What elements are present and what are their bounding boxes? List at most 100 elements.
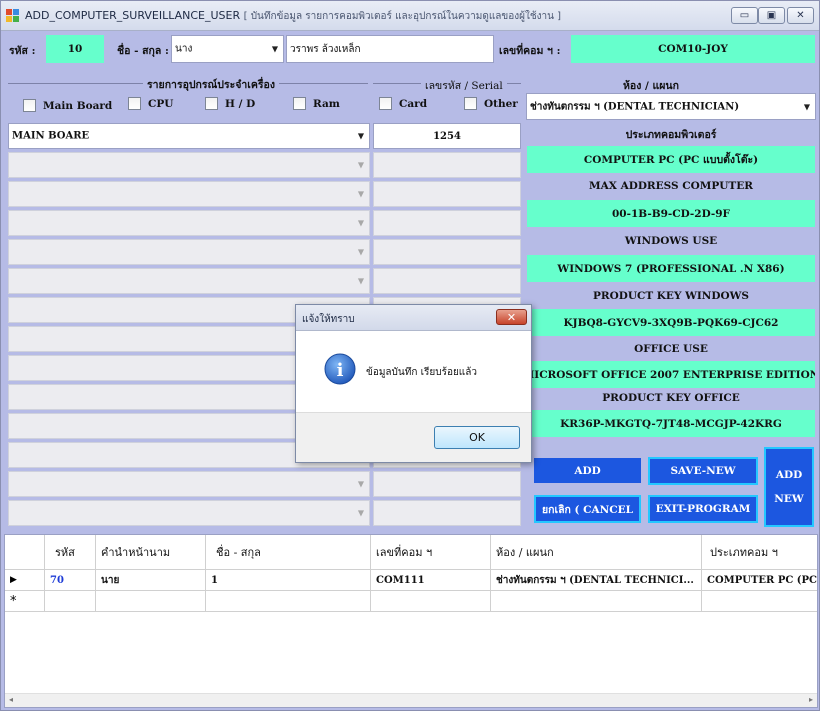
table-cell[interactable]: ช่างทันตกรรม ฯ (DENTAL TECHNICI...	[491, 570, 702, 591]
column-header[interactable]: ชื่อ - สกุล	[206, 535, 371, 570]
column-header[interactable]: ประเภทคอม ฯ	[702, 535, 817, 570]
serial-field[interactable]	[373, 210, 521, 236]
equipment-item-select[interactable]: ▼	[8, 181, 370, 207]
comp-no-label: เลขที่คอม ฯ :	[499, 45, 561, 57]
windows-value: WINDOWS 7 (PROFESSIONAL .N X86)	[527, 255, 815, 282]
close-button[interactable]: ✕	[787, 7, 814, 24]
checkbox-cpu[interactable]: CPU	[128, 97, 173, 110]
checkbox-label: Card	[399, 97, 428, 110]
equipment-group-label: รายการอุปกรณ์ประจำเครื่อง	[143, 76, 279, 93]
equipment-item-select[interactable]: ▼	[8, 239, 370, 265]
new-row-marker-icon[interactable]: *	[5, 591, 45, 612]
equipment-item-select[interactable]: ▼	[8, 500, 370, 526]
checkbox-icon	[205, 97, 218, 110]
room-label: ห้อง / แผนก	[623, 80, 679, 92]
table-cell[interactable]: COMPUTER PC (PC แ	[702, 570, 817, 591]
table-cell[interactable]: COM111	[371, 570, 491, 591]
table-cell[interactable]	[45, 591, 96, 612]
add-button[interactable]: ADD	[534, 458, 641, 483]
info-icon-glyph: i	[337, 360, 344, 381]
column-header[interactable]: รหัส	[45, 535, 96, 570]
serial-field[interactable]: 1254	[373, 123, 521, 149]
office-key-value: KR36P-MKGTQ-7JT48-MCGJP-42KRG	[527, 410, 815, 437]
checkbox-hd[interactable]: H / D	[205, 97, 255, 110]
app-icon	[6, 9, 19, 22]
table-cell[interactable]	[206, 591, 371, 612]
serial-field[interactable]	[373, 471, 521, 497]
add-new-label-2: NEW	[774, 493, 804, 505]
prefix-select[interactable]: นาง ▼	[171, 35, 284, 63]
row-marker-icon[interactable]: ▶	[5, 570, 45, 591]
dialog-footer: OK	[296, 412, 531, 462]
equipment-item-select[interactable]: ▼	[8, 210, 370, 236]
checkbox-label: Ram	[313, 97, 340, 110]
scroll-right-icon[interactable]: ▸	[809, 695, 813, 704]
type-label: ประเภทคอมพิวเตอร์	[625, 129, 717, 141]
grid-corner	[5, 535, 45, 570]
minimize-button[interactable]: ▭	[731, 7, 758, 24]
checkbox-icon	[128, 97, 141, 110]
checkbox-label: Main Board	[43, 99, 113, 112]
room-value: ช่างทันตกรรม ฯ (DENTAL TECHNICIAN)	[530, 101, 740, 112]
checkbox-label: Other	[484, 97, 518, 110]
save-new-button[interactable]: SAVE-NEW	[648, 457, 758, 485]
mac-label: MAX ADDRESS COMPUTER	[589, 180, 753, 192]
maximize-button[interactable]: ▣	[758, 7, 785, 24]
office-value: MICROSOFT OFFICE 2007 ENTERPRISE EDITION	[527, 361, 815, 388]
equipment-item-select[interactable]: ▼	[8, 268, 370, 294]
office-label: OFFICE USE	[634, 343, 708, 355]
chevron-down-icon: ▼	[803, 102, 810, 111]
dialog-title: แจ้งให้ทราบ	[302, 314, 355, 325]
chevron-down-icon: ▼	[357, 218, 364, 228]
ok-button[interactable]: OK	[434, 426, 520, 449]
chevron-down-icon: ▼	[357, 479, 364, 489]
dialog-message: ข้อมูลบันทึก เรียบร้อยแล้ว	[366, 367, 477, 378]
table-cell[interactable]: 1	[206, 570, 371, 591]
data-grid[interactable]: รหัส คำนำหน้านาม ชื่อ - สกุล เลขที่คอม ฯ…	[4, 534, 818, 708]
checkbox-mainboard[interactable]: Main Board	[23, 99, 112, 112]
add-new-button[interactable]: ADD NEW	[764, 447, 814, 527]
table-cell[interactable]	[371, 591, 491, 612]
info-icon: i	[324, 353, 356, 385]
serial-field[interactable]	[373, 181, 521, 207]
equipment-item-select[interactable]: ▼	[8, 152, 370, 178]
dialog-close-button[interactable]: ✕	[496, 309, 527, 325]
cancel-button[interactable]: ยกเลิก ( CANCEL	[534, 495, 641, 523]
horizontal-scrollbar[interactable]: ◂ ▸	[5, 693, 817, 707]
serial-field[interactable]	[373, 500, 521, 526]
close-icon: ✕	[796, 10, 805, 21]
mac-value: 00-1B-B9-CD-2D-9F	[527, 200, 815, 227]
table-cell[interactable]	[491, 591, 702, 612]
checkbox-other[interactable]: Other	[464, 97, 518, 110]
equipment-item-select[interactable]: ▼	[8, 471, 370, 497]
chevron-down-icon: ▼	[357, 189, 364, 199]
column-header[interactable]: เลขที่คอม ฯ	[371, 535, 491, 570]
table-cell[interactable]: 70	[45, 570, 96, 591]
serial-field[interactable]	[373, 152, 521, 178]
table-cell[interactable]: นาย	[96, 570, 206, 591]
serial-field[interactable]	[373, 268, 521, 294]
add-new-label-1: ADD	[775, 469, 803, 481]
code-label: รหัส :	[9, 45, 36, 57]
room-select[interactable]: ช่างทันตกรรม ฯ (DENTAL TECHNICIAN) ▼	[526, 93, 816, 120]
checkbox-label: CPU	[148, 97, 174, 110]
code-value: 10	[46, 35, 104, 63]
table-cell[interactable]	[702, 591, 817, 612]
fullname-field[interactable]: วราพร ล้วงเหล็ก	[286, 35, 494, 63]
chevron-down-icon: ▼	[357, 508, 364, 518]
checkbox-label: H / D	[225, 97, 256, 110]
exit-program-button[interactable]: EXIT-PROGRAM	[648, 495, 758, 523]
table-cell[interactable]	[96, 591, 206, 612]
scroll-left-icon[interactable]: ◂	[9, 695, 13, 704]
checkbox-icon	[23, 99, 36, 112]
dialog-title-bar: แจ้งให้ทราบ ✕	[296, 305, 531, 331]
checkbox-card[interactable]: Card	[379, 97, 427, 110]
checkbox-ram[interactable]: Ram	[293, 97, 340, 110]
serial-field[interactable]	[373, 239, 521, 265]
chevron-down-icon: ▼	[271, 44, 278, 54]
chevron-down-icon: ▼	[357, 247, 364, 257]
column-header[interactable]: ห้อง / แผนก	[491, 535, 702, 570]
maximize-icon: ▣	[766, 10, 777, 21]
equipment-item-select[interactable]: MAIN BOARE ▼	[8, 123, 370, 149]
column-header[interactable]: คำนำหน้านาม	[96, 535, 206, 570]
